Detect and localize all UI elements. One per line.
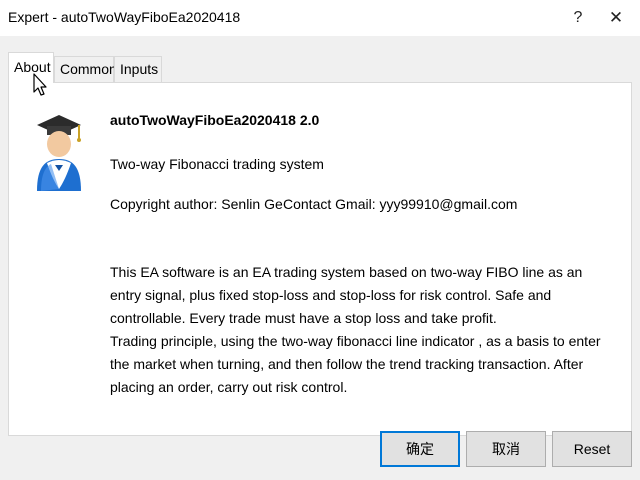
window-title: Expert - autoTwoWayFiboEa2020418 bbox=[8, 9, 241, 25]
reset-button[interactable]: Reset bbox=[552, 431, 632, 467]
help-button[interactable]: ? bbox=[566, 6, 590, 30]
tab-about[interactable]: About bbox=[8, 52, 54, 83]
info-paragraph: This EA software is an EA trading system… bbox=[110, 264, 583, 326]
graduate-user-icon bbox=[37, 115, 81, 191]
expert-description: Two-way Fibonacci trading system bbox=[110, 156, 324, 172]
contact-text: Contact Gmail: yyy99910@gmail.com bbox=[283, 196, 518, 212]
tab-common[interactable]: Common bbox=[54, 56, 117, 82]
expert-dialog: Expert - autoTwoWayFiboEa2020418 ? ✕ Abo… bbox=[0, 0, 640, 480]
expert-info-text: This EA software is an EA trading system… bbox=[110, 261, 615, 399]
title-bar: Expert - autoTwoWayFiboEa2020418 ? ✕ bbox=[0, 0, 640, 36]
copyright-text: Copyright author: Senlin Ge bbox=[110, 196, 283, 212]
expert-name: autoTwoWayFiboEa2020418 2.0 bbox=[110, 112, 320, 128]
info-paragraph: Trading principle, using the two-way fib… bbox=[110, 333, 601, 395]
close-button[interactable]: ✕ bbox=[604, 6, 628, 30]
ok-button[interactable]: 确定 bbox=[380, 431, 460, 467]
about-panel: autoTwoWayFiboEa2020418 2.0 Two-way Fibo… bbox=[8, 82, 632, 436]
tab-inputs[interactable]: Inputs bbox=[114, 56, 162, 82]
cancel-button[interactable]: 取消 bbox=[466, 431, 546, 467]
mouse-pointer-icon bbox=[33, 73, 47, 96]
